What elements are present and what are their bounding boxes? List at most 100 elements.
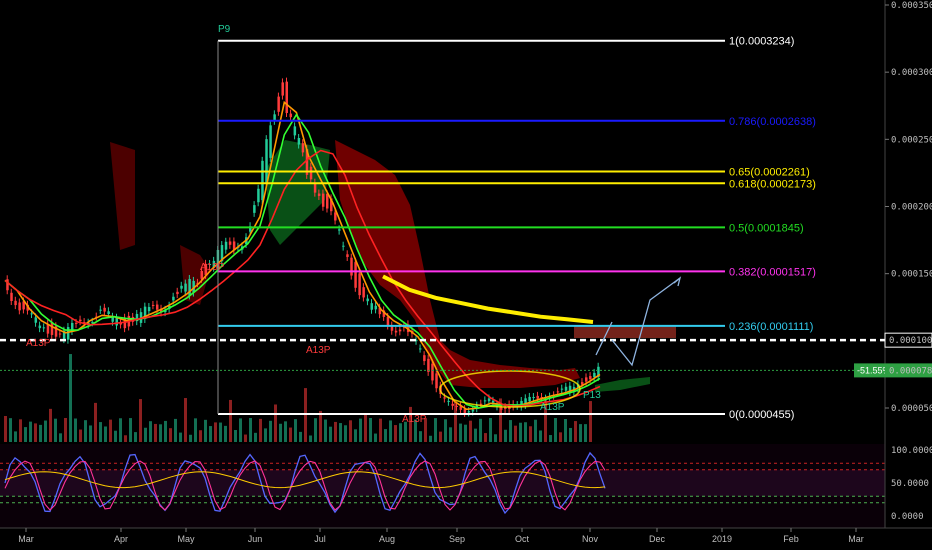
signal-label: A13P xyxy=(402,414,427,425)
candle-body xyxy=(30,313,33,315)
candle-body xyxy=(34,317,38,323)
candle-body xyxy=(394,330,398,333)
candle-body xyxy=(253,205,256,213)
x-tick-label: May xyxy=(177,534,195,544)
candle-body xyxy=(151,304,155,306)
candle-body xyxy=(155,304,159,310)
candle-body xyxy=(309,166,313,180)
volume-bar xyxy=(299,431,302,442)
candle-body xyxy=(491,400,495,403)
candle-body xyxy=(366,298,369,302)
volume-bar xyxy=(344,425,347,442)
volume-bar xyxy=(169,428,172,442)
candle-body xyxy=(467,411,471,413)
candle-body xyxy=(536,395,539,399)
candle-body xyxy=(184,283,187,292)
candle-body xyxy=(431,363,434,381)
volume-bar xyxy=(389,420,392,442)
x-tick-label: Oct xyxy=(515,534,530,544)
volume-bar xyxy=(154,423,157,442)
volume-bar xyxy=(179,432,182,442)
volume-bar xyxy=(494,434,497,442)
y-tick-label: 0.0003500 xyxy=(891,1,932,11)
volume-bar xyxy=(529,426,532,442)
candle-body xyxy=(115,317,118,326)
x-tick-label: Mar xyxy=(18,534,34,544)
candle-body xyxy=(556,391,560,393)
fib-label: 0(0.0000455) xyxy=(729,409,794,421)
volume-bar xyxy=(89,425,92,442)
candle-body xyxy=(479,403,483,405)
volume-bar xyxy=(349,420,352,442)
volume-bar xyxy=(419,431,422,442)
volume-bar xyxy=(84,420,87,442)
volume-bar xyxy=(199,430,202,442)
x-tick-label: 2019 xyxy=(712,534,732,544)
y-tick-label: 0.0001500 xyxy=(891,270,932,280)
volume-bar xyxy=(59,433,62,442)
volume-bar xyxy=(504,429,507,442)
candle-body xyxy=(398,329,402,332)
volume-bar xyxy=(399,423,402,442)
candle-body xyxy=(455,405,458,407)
volume-bar xyxy=(319,410,322,442)
volume-bar xyxy=(64,418,67,442)
volume-bar xyxy=(479,418,482,442)
candle-body xyxy=(471,409,475,412)
volume-bar xyxy=(104,426,107,442)
fib-label: 0.786(0.0002638) xyxy=(729,116,816,128)
fib-label: 0.5(0.0001845) xyxy=(729,222,804,234)
volume-bar xyxy=(289,427,292,442)
volume-bar xyxy=(139,399,142,442)
volume-bar xyxy=(524,422,527,442)
volume-bar xyxy=(439,431,442,442)
volume-bar xyxy=(539,430,542,442)
volume-bar xyxy=(564,418,567,442)
volume-bar xyxy=(74,418,77,442)
price-marker-label: 0.0001005 xyxy=(889,336,932,346)
volume-bar xyxy=(69,354,72,442)
x-tick-label: Dec xyxy=(649,534,666,544)
volume-bar xyxy=(24,427,27,442)
volume-bar xyxy=(259,418,262,442)
candle-body xyxy=(18,302,21,311)
volume-bar xyxy=(384,429,387,442)
candle-body xyxy=(325,194,329,209)
candle-body xyxy=(180,285,183,289)
volume-bar xyxy=(364,413,367,442)
candle-body xyxy=(386,316,390,326)
candle-body xyxy=(103,307,106,312)
volume-bar xyxy=(44,420,47,442)
candle-body xyxy=(79,319,82,322)
signal-label: P13 xyxy=(583,390,601,401)
candle-body xyxy=(435,373,438,389)
candle-body xyxy=(317,193,321,196)
volume-bar xyxy=(174,418,177,442)
volume-bar xyxy=(124,435,127,442)
candle-body xyxy=(350,257,353,276)
candle-body xyxy=(528,396,531,402)
volume-bar xyxy=(239,418,242,442)
candle-body xyxy=(560,388,564,390)
x-tick-label: Nov xyxy=(582,534,599,544)
volume-bar xyxy=(34,423,37,442)
volume-bar xyxy=(514,425,517,442)
volume-bar xyxy=(534,419,537,442)
candle-body xyxy=(532,397,535,399)
candle-body xyxy=(374,305,378,310)
volume-bar xyxy=(304,388,307,442)
x-tick-label: Aug xyxy=(379,534,395,544)
candle-body xyxy=(362,287,365,298)
rsi-tick-label: 50.0000 xyxy=(891,479,929,489)
volume-bar xyxy=(279,423,282,442)
candle-body xyxy=(589,376,592,380)
volume-bar xyxy=(214,422,217,442)
price-chart[interactable]: 1(0.0003234) 0.786(0.0002638) 0.65(0.00022… xyxy=(0,0,932,550)
candle-body xyxy=(42,327,46,329)
candle-body xyxy=(224,241,228,250)
candle-body xyxy=(285,81,288,114)
volume-bar xyxy=(39,424,42,442)
volume-bar xyxy=(379,418,382,442)
x-tick-label: Sep xyxy=(449,534,465,544)
candle-body xyxy=(346,254,349,257)
